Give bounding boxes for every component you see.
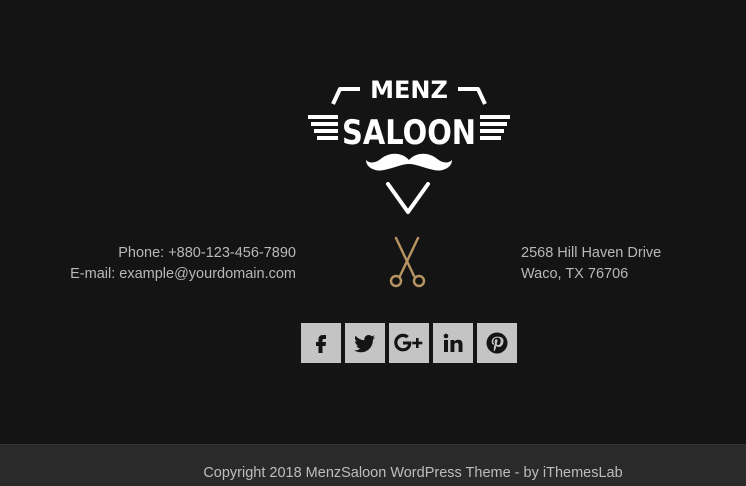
email-text: E-mail: example@yourdomain.com — [70, 266, 296, 282]
twitter-icon — [354, 335, 375, 353]
phone-text: Phone: +880-123-456-7890 — [118, 245, 296, 261]
logo-text-saloon: SALOON — [342, 113, 476, 153]
address-line-2: Waco, TX 76706 — [521, 266, 629, 282]
address-info: 2568 Hill Haven Drive Waco, TX 76706 — [521, 243, 661, 285]
site-logo[interactable]: MENZ SALOON — [304, 74, 514, 216]
google-plus-icon — [394, 333, 423, 352]
pinterest-icon — [486, 332, 508, 354]
address-line-1: 2568 Hill Haven Drive — [521, 245, 662, 261]
contact-info: Phone: +880-123-456-7890 E-mail: example… — [70, 243, 296, 285]
logo-graphic: MENZ SALOON — [308, 76, 510, 214]
google-plus-button[interactable] — [389, 323, 429, 363]
copyright-text: Copyright 2018 MenzSaloon WordPress Them… — [203, 465, 623, 481]
footer-bottom-bar: Copyright 2018 MenzSaloon WordPress Them… — [0, 444, 746, 486]
linkedin-icon — [443, 333, 463, 352]
footer-main: MENZ SALOON Phone: +880-123-456-7890 E-m… — [0, 0, 746, 444]
twitter-button[interactable] — [345, 323, 385, 363]
logo-text-menz: MENZ — [370, 76, 448, 104]
facebook-icon — [316, 335, 326, 353]
social-links — [301, 323, 517, 363]
scissors-icon — [382, 236, 432, 292]
facebook-button[interactable] — [301, 323, 341, 363]
pinterest-button[interactable] — [477, 323, 517, 363]
linkedin-button[interactable] — [433, 323, 473, 363]
